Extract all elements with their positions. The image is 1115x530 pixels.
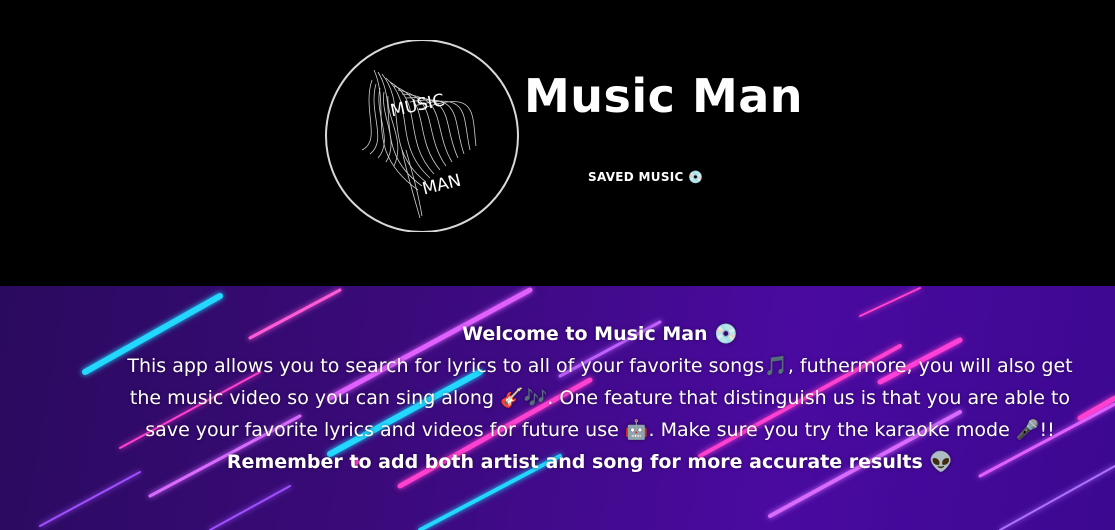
saved-music-link[interactable]: SAVED MUSIC 💿 (588, 170, 703, 184)
intro-description: This app allows you to search for lyrics… (127, 355, 1073, 441)
search-reminder: Remember to add both artist and song for… (226, 451, 954, 473)
site-header: MUSIC MAN Music Man SAVED MUSIC 💿 (0, 0, 1115, 286)
music-man-logo: MUSIC MAN (322, 40, 522, 232)
logo-graphic: MUSIC MAN (325, 40, 519, 232)
site-title: Music Man (524, 69, 804, 123)
hero-section: Welcome to Music Man 💿 This app allows y… (0, 286, 1115, 530)
logo-text-top: MUSIC (389, 90, 447, 121)
welcome-heading: Welcome to Music Man 💿 (462, 323, 738, 345)
intro-text-block: Welcome to Music Man 💿 This app allows y… (120, 318, 1080, 478)
